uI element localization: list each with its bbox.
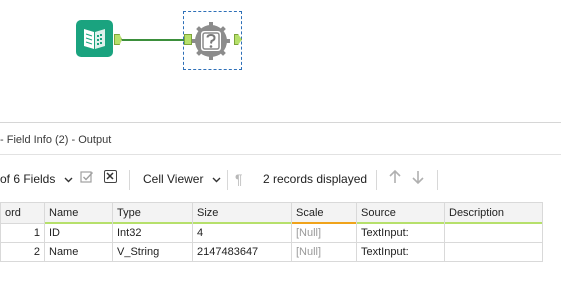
cell-scale[interactable]: [Null] — [291, 223, 357, 243]
table-row[interactable]: 2 Name V_String 2147483647 [Null] TextIn… — [0, 242, 543, 262]
cell-description[interactable] — [444, 223, 543, 243]
fields-dropdown[interactable]: of 6 Fields — [0, 171, 73, 187]
arrow-up-icon[interactable] — [388, 169, 402, 185]
cell-viewer-label: Cell Viewer — [143, 172, 204, 186]
workflow-canvas[interactable] — [0, 0, 561, 122]
output-anchor[interactable] — [114, 34, 122, 45]
chevron-down-icon — [212, 177, 221, 183]
column-header-name[interactable]: Name — [44, 202, 113, 224]
pilcrow-icon[interactable]: ¶ — [235, 171, 243, 187]
title-divider — [0, 154, 561, 155]
record-number: 2 — [0, 242, 45, 262]
cell-type[interactable]: Int32 — [112, 223, 193, 243]
toolbar-separator — [376, 170, 377, 190]
records-count: 2 records displayed — [263, 172, 368, 186]
workflow-window: - Field Info (2) - Output of 6 Fields Ce… — [0, 0, 561, 283]
toolbar-separator — [227, 170, 228, 190]
close-icon — [106, 172, 114, 180]
results-panel: - Field Info (2) - Output of 6 Fields Ce… — [0, 123, 561, 283]
toolbar-separator — [129, 170, 130, 190]
cell-source[interactable]: TextInput: — [356, 223, 445, 243]
fields-dropdown-label: of 6 Fields — [0, 172, 56, 186]
record-number: 1 — [0, 223, 45, 243]
cell-viewer-dropdown[interactable]: Cell Viewer — [143, 171, 221, 187]
results-table: ord Name Type Size Scale Source Descript… — [0, 202, 543, 262]
cell-scale[interactable]: [Null] — [291, 242, 357, 262]
chevron-down-icon — [64, 177, 73, 183]
connection-line[interactable] — [122, 39, 184, 41]
cell-source[interactable]: TextInput: — [356, 242, 445, 262]
column-header-size[interactable]: Size — [192, 202, 292, 224]
table-header-row: ord Name Type Size Scale Source Descript… — [0, 202, 543, 224]
column-header-record[interactable]: ord — [0, 202, 45, 224]
cell-size[interactable]: 2147483647 — [192, 242, 292, 262]
column-header-description[interactable]: Description — [444, 202, 543, 224]
deselect-icon[interactable] — [104, 170, 117, 183]
column-header-type[interactable]: Type — [112, 202, 193, 224]
column-header-source[interactable]: Source — [356, 202, 445, 224]
cell-description[interactable] — [444, 242, 543, 262]
checkbox-icon[interactable] — [80, 170, 94, 184]
results-toolbar: of 6 Fields Cell Viewer ¶ 2 records disp… — [0, 165, 561, 193]
toolbar-separator — [437, 170, 438, 190]
book-icon — [84, 29, 105, 49]
text-input-tool[interactable] — [76, 20, 113, 57]
results-title: - Field Info (2) - Output — [0, 134, 112, 146]
cell-type[interactable]: V_String — [112, 242, 193, 262]
cell-name[interactable]: ID — [44, 223, 113, 243]
arrow-down-icon[interactable] — [411, 169, 425, 185]
table-row[interactable]: 1 ID Int32 4 [Null] TextInput: — [0, 223, 543, 243]
field-info-tool[interactable] — [190, 20, 232, 62]
gear-question-icon — [192, 22, 230, 60]
column-header-scale[interactable]: Scale — [291, 202, 357, 224]
cell-name[interactable]: Name — [44, 242, 113, 262]
cell-size[interactable]: 4 — [192, 223, 292, 243]
